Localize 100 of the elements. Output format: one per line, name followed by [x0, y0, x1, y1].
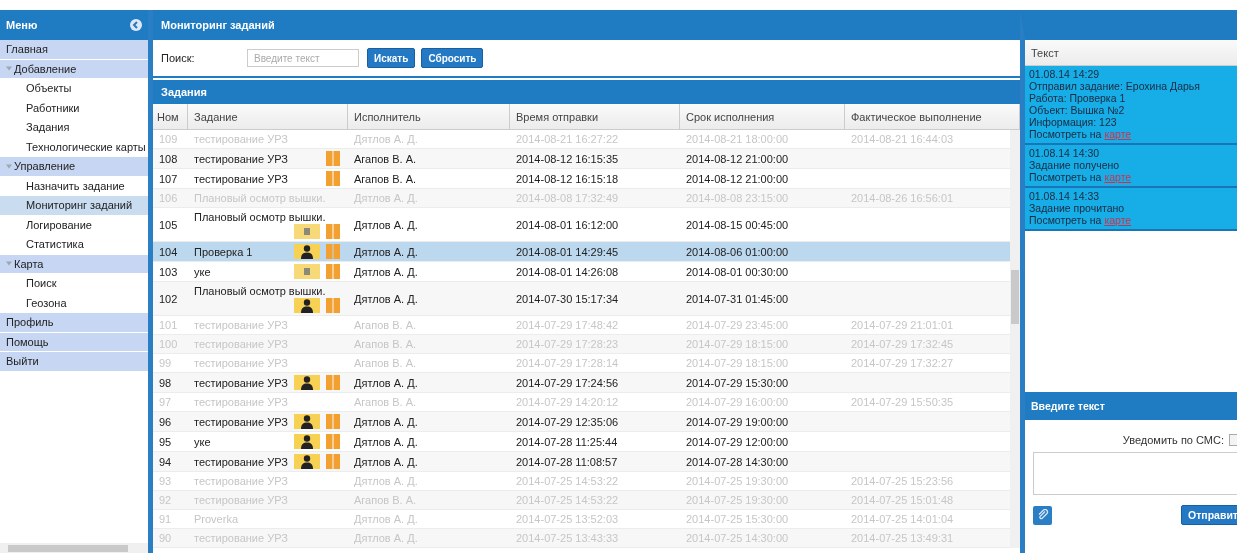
table-cell: 2014-08-01 14:29:45 — [510, 242, 680, 262]
book-icon[interactable] — [326, 434, 340, 449]
task-name: тестирование УРЗ — [194, 376, 288, 389]
message-text: Объект: Вышка №2 — [1029, 104, 1126, 116]
task-name: тестирование УРЗ — [194, 475, 288, 487]
message-field[interactable] — [1033, 452, 1237, 495]
menu-item[interactable]: Мониторинг заданий — [0, 196, 148, 216]
menu-item[interactable]: Управление — [0, 157, 148, 177]
table-cell: Дятлов А. Д. — [348, 242, 510, 262]
book-icon[interactable] — [326, 224, 340, 239]
task-name: Proverka — [194, 513, 239, 525]
message-text: Посмотреть на — [1029, 171, 1102, 183]
book-icon[interactable] — [326, 151, 340, 166]
table-cell: 2014-07-29 15:30:00 — [680, 373, 845, 393]
person-icon[interactable] — [294, 298, 320, 313]
message-text: Работа: Проверка 1 — [1029, 92, 1127, 104]
table-cell: 102 — [153, 282, 188, 316]
task-name: Проверка 1 — [194, 245, 253, 258]
task-name: Плановый осмотр вышки. — [194, 211, 326, 223]
expand-triangle-icon[interactable] — [6, 162, 13, 170]
table-cell: 2014-07-29 19:00:00 — [680, 412, 845, 432]
search-button[interactable]: Искать — [367, 48, 416, 68]
table-cell: Дятлов А. Д. — [348, 373, 510, 393]
tasks-title: Задания — [161, 86, 207, 98]
table-cell: 94 — [153, 452, 188, 472]
collapse-icon[interactable] — [130, 19, 142, 31]
paperclip-icon — [1036, 509, 1049, 521]
menu-item[interactable]: Карта — [0, 254, 148, 274]
search-label: Поиск: — [161, 52, 196, 64]
table-cell: 2014-08-06 01:00:00 — [680, 242, 845, 262]
task-name: тестирование УРЗ — [194, 133, 288, 145]
person-icon[interactable] — [294, 454, 320, 469]
expand-triangle-icon[interactable] — [6, 260, 13, 268]
table-cell: 108 — [153, 149, 188, 169]
message-text: Отправил задание: Ерохина Дарья — [1029, 80, 1201, 92]
table-cell: 2014-07-30 15:17:34 — [510, 282, 680, 316]
table-cell: 104 — [153, 242, 188, 262]
message-time: 01.08.14 14:30 — [1029, 147, 1101, 159]
task-name: тестирование УРЗ — [194, 415, 288, 428]
table-cell: Дятлов А. Д. — [348, 412, 510, 432]
vertical-scrollbar[interactable] — [1010, 130, 1020, 548]
menu-item[interactable]: Добавление — [0, 59, 148, 79]
task-name: уке — [194, 435, 211, 448]
table-cell: 96 — [153, 412, 188, 432]
message-time: 01.08.14 14:29 — [1029, 68, 1101, 80]
attach-button[interactable] — [1033, 505, 1052, 525]
message-time: 01.08.14 14:33 — [1029, 190, 1101, 202]
send-button[interactable]: Отправит — [1181, 505, 1237, 525]
book-icon[interactable] — [326, 454, 340, 469]
column-header[interactable]: Задание — [188, 104, 348, 130]
table-cell: 2014-07-28 14:30:00 — [680, 452, 845, 472]
book-icon[interactable] — [326, 414, 340, 429]
table-cell: Дятлов А. Д. — [348, 452, 510, 472]
task-name: тестирование УРЗ — [194, 396, 288, 408]
column-header[interactable]: Текст — [1025, 40, 1237, 66]
table-cell: 2014-08-12 21:00:00 — [680, 149, 845, 169]
search-field[interactable]: Введите текст — [247, 49, 359, 67]
menu-item[interactable]: Выйти — [0, 352, 148, 372]
book-icon[interactable] — [326, 171, 340, 186]
compose-title: Введите текст — [1031, 400, 1105, 412]
column-header[interactable]: Фактическое выполнение — [845, 104, 1020, 130]
document-icon[interactable] — [294, 264, 320, 279]
message-text: Посмотреть на — [1029, 128, 1102, 140]
menu-title: Меню — [6, 19, 38, 31]
table-cell: 98 — [153, 373, 188, 393]
column-header[interactable]: Срок исполнения — [680, 104, 845, 130]
reset-button[interactable]: Сбросить — [421, 48, 484, 68]
table-cell: 2014-07-29 17:24:56 — [510, 373, 680, 393]
table-cell: 2014-07-29 12:35:06 — [510, 412, 680, 432]
message-text: Задание прочитано — [1029, 202, 1126, 214]
task-name: тестирование УРЗ — [194, 172, 288, 185]
book-icon[interactable] — [326, 244, 340, 259]
column-header[interactable]: Исполнитель — [348, 104, 510, 130]
expand-triangle-icon[interactable] — [6, 65, 13, 73]
task-name: Плановый осмотр вышки. — [194, 285, 326, 297]
task-name: тестирование УРЗ — [194, 357, 288, 369]
sms-label: Уведомить по СМС: — [1122, 434, 1224, 446]
task-name: тестирование УРЗ — [194, 455, 288, 468]
task-name: тестирование УРЗ — [194, 319, 288, 331]
task-name: уке — [194, 265, 211, 278]
person-icon[interactable] — [294, 375, 320, 390]
horizontal-scrollbar[interactable] — [0, 543, 148, 553]
person-icon[interactable] — [294, 244, 320, 259]
table-cell: 2014-07-31 01:45:00 — [680, 282, 845, 316]
book-icon[interactable] — [326, 264, 340, 279]
menu-item[interactable]: Помощь — [0, 332, 148, 352]
table-cell: Агапов В. А. — [348, 149, 510, 169]
page-title: Мониторинг заданий — [161, 19, 275, 31]
menu-item[interactable]: Профиль — [0, 313, 148, 333]
document-icon[interactable] — [294, 224, 320, 239]
message-text: Задание получено — [1029, 159, 1121, 171]
task-name: тестирование УРЗ — [194, 152, 288, 165]
person-icon[interactable] — [294, 434, 320, 449]
book-icon[interactable] — [326, 298, 340, 313]
column-header[interactable]: Время отправки — [510, 104, 680, 130]
menu-item[interactable]: Главная — [0, 40, 148, 60]
person-icon[interactable] — [294, 414, 320, 429]
book-icon[interactable] — [326, 375, 340, 390]
column-header[interactable]: Ном — [153, 104, 188, 130]
message-text: Информация: 123 — [1029, 116, 1118, 128]
